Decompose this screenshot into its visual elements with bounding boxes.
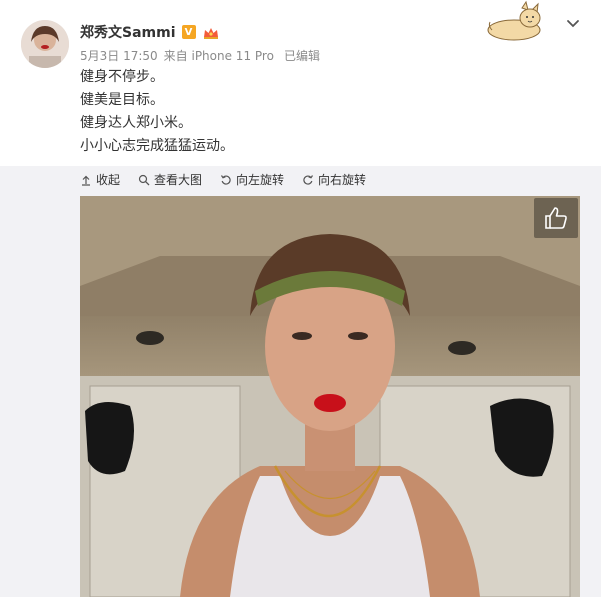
thumbs-up-icon [545, 207, 567, 229]
crown-icon[interactable] [202, 25, 220, 39]
chevron-down-icon[interactable] [563, 14, 583, 34]
rotate-left-icon [221, 174, 231, 185]
username-row: 郑秀文Sammi V [80, 22, 220, 42]
username[interactable]: 郑秀文Sammi [80, 22, 176, 42]
rotate-right-label: 向右旋转 [318, 173, 367, 187]
rotate-left-label: 向左旋转 [236, 173, 285, 187]
collapse-icon [82, 175, 90, 186]
avatar[interactable] [21, 20, 69, 68]
post-line: 健身不停步。 [80, 69, 164, 85]
media-toolbar: 收起 查看大图 向左旋转 向右旋转 [80, 171, 366, 188]
collapse-label: 收起 [96, 173, 121, 187]
rotate-right-button[interactable]: 向右旋转 [302, 171, 366, 188]
post-line: 小小心志完成猛猛运动。 [80, 138, 234, 154]
post-line: 健美是目标。 [80, 92, 164, 108]
post-photo[interactable] [80, 196, 580, 597]
post-header: 郑秀文Sammi V 5月3日 17:50 来自 iPhone 11 Pro 已… [0, 0, 601, 166]
post-meta: 5月3日 17:50 来自 iPhone 11 Pro 已编辑 [80, 47, 320, 64]
post-date[interactable]: 5月3日 17:50 [80, 47, 158, 64]
media-panel: 收起 查看大图 向左旋转 向右旋转 [0, 166, 601, 597]
rotate-left-button[interactable]: 向左旋转 [220, 171, 284, 188]
cat-sticker-icon [484, 0, 548, 42]
post-line: 健身达人郑小米。 [80, 115, 192, 131]
magnifier-icon [138, 174, 150, 185]
vip-badge[interactable]: V [181, 25, 196, 39]
collapse-button[interactable]: 收起 [80, 171, 120, 188]
like-button[interactable] [534, 198, 578, 238]
rotate-right-icon [303, 174, 314, 185]
view-large-label: 查看大图 [154, 173, 203, 187]
post-source: 来自 iPhone 11 Pro [163, 49, 274, 63]
edited-label[interactable]: 已编辑 [284, 47, 320, 64]
post-text: 健身不停步。 健美是目标。 健身达人郑小米。 小小心志完成猛猛运动。 [80, 66, 234, 158]
view-large-button[interactable]: 查看大图 [138, 171, 202, 188]
